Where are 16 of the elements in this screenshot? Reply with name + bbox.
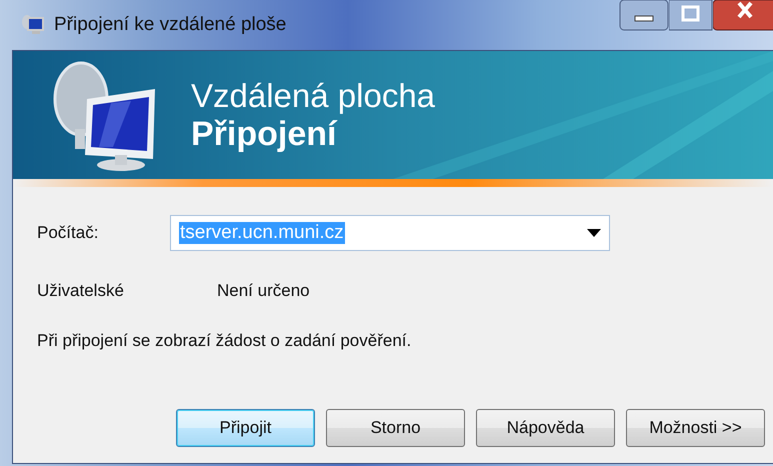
dialog-button[interactable]: Storno [326, 409, 465, 447]
field-label: Uživatelské [37, 281, 125, 301]
window-title: Připojení ke vzdálené ploše [54, 14, 286, 36]
field-label: Počítač: [37, 223, 100, 243]
app-icon [20, 13, 46, 37]
field-value: Není určeno [217, 281, 310, 301]
banner-subtitle: Vzdálená plocha [191, 76, 436, 114]
dropdown-arrow-icon[interactable] [587, 229, 601, 237]
info-message: Při připojení se zobrazí žádost o zadání pověření. [37, 331, 412, 351]
maximize-icon[interactable] [669, 0, 713, 32]
minimize-icon[interactable] [619, 0, 669, 32]
dialog-button[interactable]: Možnosti >> [626, 409, 765, 447]
dialog-button[interactable]: Připojit [176, 409, 315, 447]
close-icon[interactable] [713, 0, 773, 32]
banner-title: Připojení [191, 114, 338, 154]
dialog-button[interactable]: Nápověda [476, 409, 615, 447]
